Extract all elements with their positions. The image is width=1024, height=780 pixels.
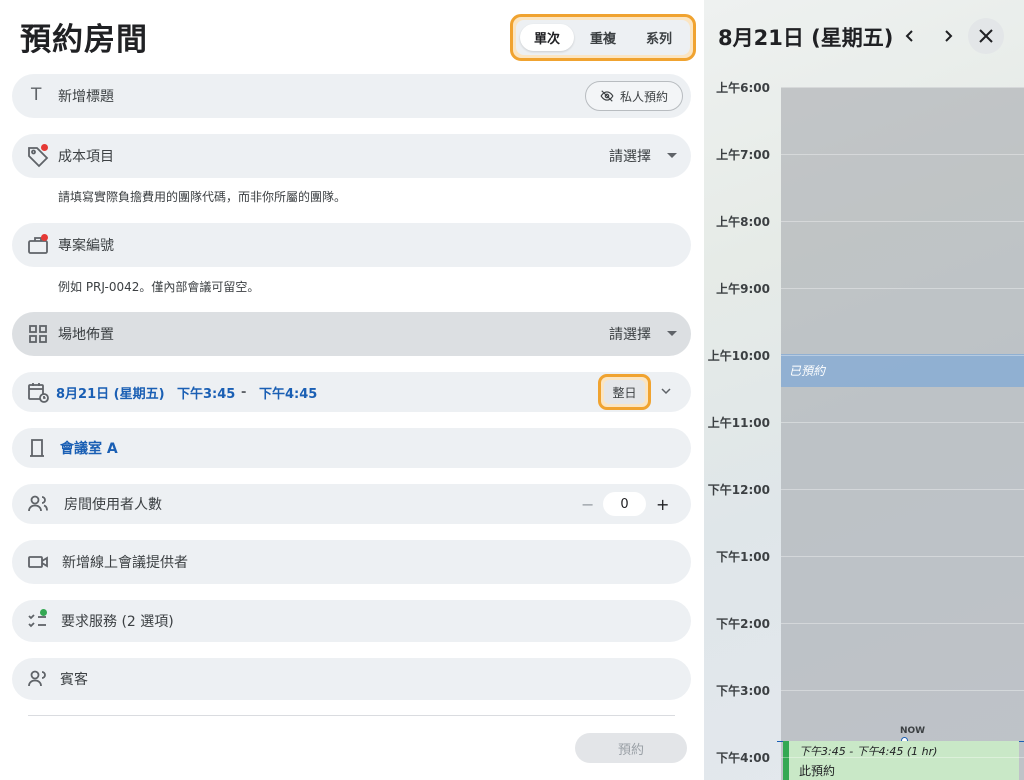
eye-off-icon — [600, 90, 614, 102]
tab-series[interactable]: 系列 — [632, 24, 686, 51]
required-indicator — [41, 234, 48, 241]
cost-item-hint: 請填寫實際負擔費用的團隊代碼，而非你所屬的團隊。 — [58, 190, 347, 204]
cost-item-select[interactable]: 成本項目 請選擇 — [12, 134, 691, 178]
current-booking-block[interactable]: 下午3:45 - 下午4:45 (1 hr) 此預約 — [783, 741, 1019, 780]
decrement-button[interactable]: − — [581, 495, 594, 514]
hour-gridline — [781, 221, 1024, 222]
guests-label: 賓客 — [60, 672, 88, 688]
door-icon — [30, 439, 44, 457]
submit-booking-button[interactable]: 預約 — [575, 733, 687, 763]
hour-gridline — [781, 87, 1024, 88]
attendees-row: 房間使用者人數 − + — [12, 484, 691, 524]
grid-icon — [29, 325, 47, 343]
hour-label: 上午10:00 — [707, 349, 770, 363]
hour-label: 下午3:00 — [716, 684, 770, 698]
chevron-down-icon — [667, 331, 677, 336]
layout-label: 場地佈置 — [58, 327, 114, 343]
room-field[interactable]: 會議室 A — [12, 428, 691, 468]
cost-item-value: 請選擇 — [609, 149, 651, 165]
datetime-row[interactable]: 8月21日 (星期五) 下午3:45 - 下午4:45 — [12, 372, 691, 412]
now-label: NOW — [900, 726, 926, 736]
booking-mode-selector: 單次 重複 系列 — [510, 14, 696, 61]
cost-item-label: 成本項目 — [58, 149, 114, 165]
people-icon — [28, 495, 48, 512]
close-icon — [979, 29, 993, 43]
text-icon: T — [31, 85, 42, 105]
layout-value: 請選擇 — [609, 327, 651, 343]
timeline-grid[interactable] — [781, 87, 1024, 780]
hour-gridline — [781, 757, 1024, 758]
booking-date[interactable]: 8月21日 (星期五) — [56, 383, 165, 402]
booking-form-panel: 預約房間 單次 重複 系列 T 新增標題 私人預約 成本項目 請選擇 請填寫實際… — [0, 0, 704, 780]
hour-label: 上午8:00 — [716, 215, 770, 229]
status-indicator — [40, 609, 47, 616]
guests-field[interactable]: 賓客 — [12, 658, 691, 700]
hour-gridline — [781, 556, 1024, 557]
hour-label: 下午4:00 — [716, 751, 770, 765]
hour-gridline — [781, 623, 1024, 624]
booked-slot: 已預約 — [781, 354, 1024, 387]
time-separator: - — [241, 384, 247, 400]
online-meeting-field[interactable]: 新增線上會議提供者 — [12, 540, 691, 584]
private-booking-button[interactable]: 私人預約 — [585, 81, 683, 111]
booking-label: 此預約 — [799, 764, 836, 778]
close-button[interactable] — [968, 18, 1004, 54]
online-meeting-label: 新增線上會議提供者 — [62, 555, 188, 571]
increment-button[interactable]: + — [656, 495, 669, 514]
divider — [28, 715, 675, 716]
day-calendar-panel: 8月21日 (星期五) 上午6:00 上午7:00 上午8:00 上午9:00 上午10… — [704, 0, 1024, 780]
hour-label: 上午6:00 — [716, 81, 770, 95]
room-name[interactable]: 會議室 A — [60, 438, 118, 458]
guests-icon — [28, 670, 46, 687]
project-code-field[interactable]: 專案編號 — [12, 223, 691, 267]
tab-single[interactable]: 單次 — [520, 24, 574, 51]
video-camera-icon — [28, 556, 48, 568]
project-code-hint: 例如 PRJ-0042。僅內部會議可留空。 — [58, 280, 260, 294]
hour-label: 下午12:00 — [707, 483, 770, 497]
hour-gridline — [781, 154, 1024, 155]
required-indicator — [41, 144, 48, 151]
title-placeholder: 新增標題 — [58, 89, 114, 105]
all-day-toggle[interactable]: 整日 — [604, 380, 645, 404]
all-day-toggle-wrap: 整日 — [598, 374, 651, 410]
tab-recurring[interactable]: 重複 — [576, 24, 630, 51]
private-booking-label: 私人預約 — [619, 89, 668, 104]
hour-label: 上午11:00 — [707, 416, 770, 430]
hour-gridline — [781, 422, 1024, 423]
chevron-down-icon[interactable] — [661, 386, 671, 396]
hour-gridline — [781, 355, 1024, 356]
services-field[interactable]: 要求服務 (2 選項) — [12, 600, 691, 642]
hour-gridline — [781, 288, 1024, 289]
chevron-left-icon[interactable] — [902, 28, 918, 44]
hour-gridline — [781, 489, 1024, 490]
attendees-count-input[interactable]: 0 — [603, 492, 646, 516]
chevron-right-icon[interactable] — [940, 28, 956, 44]
layout-select[interactable]: 場地佈置 請選擇 — [12, 312, 691, 356]
project-code-label: 專案編號 — [58, 238, 114, 254]
hour-label: 上午7:00 — [716, 148, 770, 162]
hour-gridline — [781, 690, 1024, 691]
calendar-clock-icon — [28, 383, 49, 403]
calendar-date-title: 8月21日 (星期五) — [718, 26, 894, 50]
hour-label: 上午9:00 — [716, 282, 770, 296]
page-title: 預約房間 — [20, 22, 148, 58]
title-field[interactable]: T 新增標題 私人預約 — [12, 74, 691, 118]
end-time[interactable]: 下午4:45 — [259, 383, 317, 402]
attendees-label: 房間使用者人數 — [64, 497, 162, 513]
start-time[interactable]: 下午3:45 — [177, 383, 235, 402]
services-label: 要求服務 (2 選項) — [61, 614, 174, 630]
chevron-down-icon — [667, 153, 677, 158]
hour-label: 下午2:00 — [716, 617, 770, 631]
hour-label: 下午1:00 — [716, 550, 770, 564]
